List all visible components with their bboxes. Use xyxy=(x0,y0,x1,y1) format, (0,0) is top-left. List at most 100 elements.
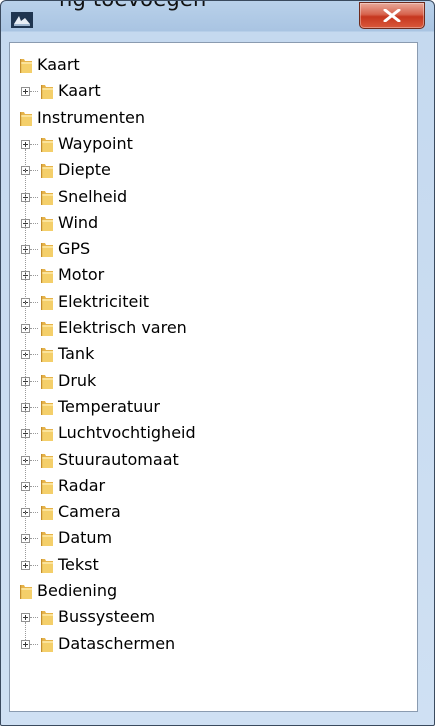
tree-node-label: Diepte xyxy=(58,160,111,180)
tree-node-root[interactable]: Instrumenten xyxy=(19,105,145,131)
app-icon xyxy=(11,12,33,28)
tree-connector xyxy=(30,91,38,93)
tree-node-child[interactable]: Tekst xyxy=(40,552,99,578)
tree-connector xyxy=(30,196,38,198)
folder-icon xyxy=(41,85,53,100)
tree-node-label: Bediening xyxy=(37,581,118,600)
tree-node-label: Instrumenten xyxy=(37,107,146,127)
tree-connector xyxy=(30,170,38,172)
tree-connector xyxy=(25,622,26,640)
tree-node-child[interactable]: GPS xyxy=(40,236,90,262)
tree-node-label: Luchtvochtigheid xyxy=(58,423,196,443)
expand-toggle[interactable] xyxy=(21,87,30,97)
tree-connector xyxy=(30,617,38,619)
tree-connector xyxy=(30,485,38,487)
folder-tree[interactable]: Kaart Kaart Instrumenten Waypoint Diepte Snel… xyxy=(10,43,417,711)
tree-node-child[interactable]: Motor xyxy=(40,262,104,288)
tree-connector xyxy=(25,148,26,561)
folder-icon xyxy=(41,322,53,336)
folder-icon xyxy=(41,611,53,626)
tree-node-label: Bussysteem xyxy=(58,607,156,627)
tree-node-child[interactable]: Wind xyxy=(40,210,98,236)
folder-icon xyxy=(41,374,53,389)
tree-node-child[interactable]: Elektriciteit xyxy=(40,289,149,315)
folder-icon xyxy=(20,585,32,599)
tree-node-label: Motor xyxy=(58,265,105,285)
tree-node-child[interactable]: Tank xyxy=(40,341,94,367)
folder-icon xyxy=(41,427,53,442)
tree-node-child[interactable]: Bussysteem xyxy=(40,604,155,630)
tree-node-label: Waypoint xyxy=(58,133,133,153)
expand-toggle[interactable] xyxy=(21,639,30,649)
tree-connector xyxy=(30,459,38,461)
tree-connector xyxy=(30,564,38,566)
tree-node-child[interactable]: Dataschermen xyxy=(40,631,175,657)
title-bar[interactable]: ng toevoegen xyxy=(1,1,434,37)
tree-connector xyxy=(30,406,38,408)
tree-connector xyxy=(30,380,38,382)
tree-node-child[interactable]: Stuurautomaat xyxy=(40,447,179,473)
tree-node-child[interactable]: Temperatuur xyxy=(40,394,160,420)
tree-connector xyxy=(30,354,38,356)
dialog-window: ng toevoegen Kaart Kaart Instrumenten Waypo… xyxy=(0,0,435,726)
tree-node-label: Temperatuur xyxy=(58,396,160,416)
tree-connector xyxy=(30,143,38,145)
tree-node-child[interactable]: Camera xyxy=(40,499,121,525)
tree-node-child[interactable]: Waypoint xyxy=(40,131,133,157)
close-button[interactable] xyxy=(359,2,425,29)
folder-icon xyxy=(41,295,53,310)
folder-icon xyxy=(41,190,53,205)
tree-node-label: Dataschermen xyxy=(58,633,176,653)
close-icon xyxy=(383,9,401,22)
folder-icon xyxy=(41,348,53,363)
tree-node-label: Elektrisch varen xyxy=(58,318,187,337)
folder-icon xyxy=(41,532,53,547)
tree-connector xyxy=(30,275,38,277)
tree-node-label: Kaart xyxy=(37,55,80,74)
folder-icon xyxy=(41,637,53,652)
folder-icon xyxy=(41,216,53,231)
expand-toggle[interactable] xyxy=(21,139,30,149)
expand-toggle[interactable] xyxy=(21,560,30,570)
tree-node-child[interactable]: Kaart xyxy=(40,78,101,104)
folder-icon xyxy=(41,269,53,284)
folder-icon xyxy=(41,164,53,179)
tree-node-child[interactable]: Luchtvochtigheid xyxy=(40,420,196,446)
tree-connector xyxy=(30,512,38,514)
tree-connector xyxy=(30,538,38,540)
window-title: ng toevoegen xyxy=(59,1,206,11)
tree-node-child[interactable]: Diepte xyxy=(40,157,111,183)
tree-node-label: Wind xyxy=(58,212,99,232)
tree-node-child[interactable]: Elektrisch varen xyxy=(40,315,187,341)
folder-icon xyxy=(41,453,53,468)
tree-node-child[interactable]: Snelheid xyxy=(40,184,127,210)
tree-connector xyxy=(30,433,38,435)
tree-node-label: Camera xyxy=(58,502,121,522)
tree-connector xyxy=(30,328,38,329)
expand-toggle[interactable] xyxy=(21,613,30,623)
tree-node-label: Druk xyxy=(58,370,97,390)
tree-connector xyxy=(30,249,38,251)
tree-node-root[interactable]: Kaart xyxy=(19,52,80,78)
tree-node-label: Tank xyxy=(58,344,95,364)
folder-icon xyxy=(41,400,53,415)
folder-icon xyxy=(20,111,32,126)
tree-node-label: Stuurautomaat xyxy=(58,449,179,469)
tree-node-label: Elektriciteit xyxy=(58,291,150,311)
folder-icon xyxy=(41,506,53,521)
folder-icon xyxy=(41,479,53,494)
tree-panel[interactable]: Kaart Kaart Instrumenten Waypoint Diepte Snel… xyxy=(9,42,418,712)
tree-node-child[interactable]: Druk xyxy=(40,368,96,394)
tree-node-child[interactable]: Datum xyxy=(40,525,112,551)
tree-node-root[interactable]: Bediening xyxy=(19,578,117,604)
tree-node-child[interactable]: Radar xyxy=(40,473,105,499)
folder-icon xyxy=(20,59,32,73)
tree-node-label: Snelheid xyxy=(58,186,128,206)
tree-node-label: Datum xyxy=(58,528,113,548)
tree-node-label: Tekst xyxy=(58,554,99,574)
tree-connector xyxy=(30,643,38,645)
folder-icon xyxy=(41,243,53,258)
folder-icon xyxy=(41,137,53,152)
tree-node-label: Kaart xyxy=(58,81,101,101)
tree-connector xyxy=(30,222,38,224)
